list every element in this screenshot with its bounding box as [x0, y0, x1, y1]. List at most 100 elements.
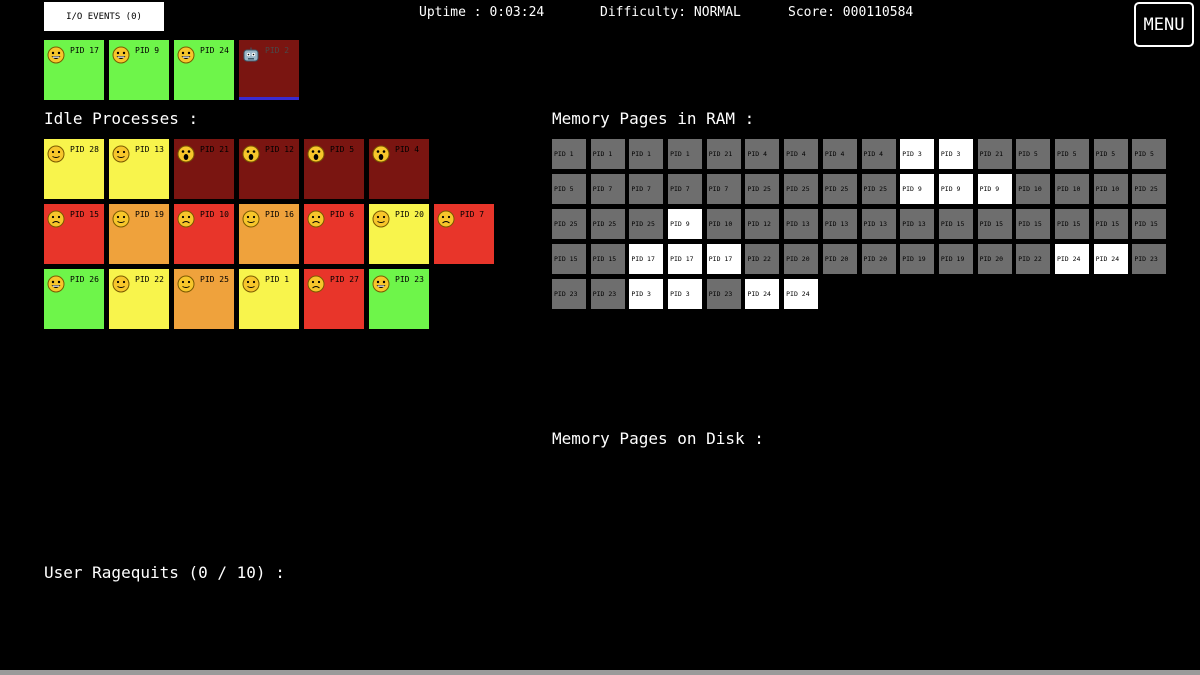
memory-page: PID 17	[706, 244, 741, 274]
memory-page: PID 5	[1054, 139, 1089, 169]
process-pid-label: PID 21	[200, 145, 229, 154]
ragequits-title: User Ragequits (0 / 10) :	[44, 563, 285, 582]
process-pid-label: PID 5	[330, 145, 355, 154]
process-pid-label: PID 28	[70, 145, 99, 154]
memory-page: PID 7	[706, 174, 741, 204]
sad-face-icon	[47, 210, 65, 228]
memory-page: PID 23	[706, 279, 741, 309]
process-card[interactable]: PID 15	[44, 204, 104, 264]
scream-face-icon	[372, 145, 390, 163]
memory-page: PID 25	[822, 174, 857, 204]
memory-page: PID 15	[938, 209, 973, 239]
memory-page: PID 22	[745, 244, 780, 274]
memory-page: PID 20	[977, 244, 1012, 274]
memory-page: PID 5	[1093, 139, 1128, 169]
process-card[interactable]: PID 17	[44, 40, 104, 100]
ram-page-grid: PID 1 PID 1 PID 1 PID 1 PID 21 PID 4 PID 4 PID …	[552, 139, 1167, 309]
process-card[interactable]: PID 6	[304, 204, 364, 264]
process-card[interactable]: PID 25	[174, 269, 234, 329]
memory-page: PID 22	[1016, 244, 1051, 274]
process-pid-label: PID 16	[265, 210, 294, 219]
memory-page: PID 15	[1054, 209, 1089, 239]
idle-process-grid: PID 28 PID 13 PID 21 PID 12 PID 5 PID 4 PID 15…	[44, 139, 494, 329]
process-pid-label: PID 24	[200, 46, 229, 55]
memory-page: PID 9	[900, 174, 935, 204]
memory-page: PID 15	[590, 244, 625, 274]
memory-page: PID 25	[784, 174, 819, 204]
memory-page: PID 7	[668, 174, 703, 204]
memory-page: PID 15	[977, 209, 1012, 239]
process-card[interactable]: PID 21	[174, 139, 234, 199]
memory-page: PID 1	[552, 139, 586, 169]
process-pid-label: PID 6	[330, 210, 355, 219]
uptime-display: Uptime : 0:03:24	[419, 5, 545, 20]
process-card[interactable]: PID 12	[239, 139, 299, 199]
process-card[interactable]: PID 22	[109, 269, 169, 329]
io-events-button[interactable]: I/O EVENTS (0)	[44, 2, 164, 31]
memory-page: PID 9	[668, 209, 703, 239]
memory-page: PID 7	[590, 174, 625, 204]
memory-page: PID 25	[590, 209, 625, 239]
process-card[interactable]: PID 5	[304, 139, 364, 199]
process-card[interactable]: PID 28	[44, 139, 104, 199]
process-card[interactable]: PID 2	[239, 40, 299, 100]
process-card[interactable]: PID 7	[434, 204, 494, 264]
neutral-face-icon	[242, 210, 260, 228]
memory-page: PID 25	[745, 174, 780, 204]
process-card[interactable]: PID 26	[44, 269, 104, 329]
memory-page: PID 13	[861, 209, 896, 239]
process-pid-label: PID 13	[135, 145, 164, 154]
scream-face-icon	[242, 145, 260, 163]
memory-page: PID 23	[1132, 244, 1167, 274]
memory-page: PID 3	[938, 139, 973, 169]
process-pid-label: PID 10	[200, 210, 229, 219]
memory-page: PID 5	[1016, 139, 1051, 169]
memory-page: PID 15	[1016, 209, 1051, 239]
memory-page: PID 25	[629, 209, 664, 239]
memory-page: PID 1	[668, 139, 703, 169]
memory-page: PID 20	[784, 244, 819, 274]
memory-page: PID 10	[1016, 174, 1051, 204]
memory-page: PID 9	[938, 174, 973, 204]
memory-page: PID 3	[668, 279, 703, 309]
process-card[interactable]: PID 24	[174, 40, 234, 100]
process-card[interactable]: PID 10	[174, 204, 234, 264]
process-pid-label: PID 23	[395, 275, 424, 284]
neutral-face-icon	[242, 275, 260, 293]
memory-page: PID 7	[629, 174, 664, 204]
menu-button[interactable]: MENU	[1134, 2, 1194, 47]
process-pid-label: PID 7	[460, 210, 485, 219]
memory-page: PID 10	[706, 209, 741, 239]
neutral-face-icon	[372, 210, 390, 228]
process-pid-label: PID 12	[265, 145, 294, 154]
process-card[interactable]: PID 13	[109, 139, 169, 199]
robot-face-icon	[242, 46, 260, 64]
process-pid-label: PID 27	[330, 275, 359, 284]
process-pid-label: PID 15	[70, 210, 99, 219]
process-card[interactable]: PID 1	[239, 269, 299, 329]
memory-page: PID 24	[1093, 244, 1128, 274]
neutral-face-icon	[112, 275, 130, 293]
process-card[interactable]: PID 27	[304, 269, 364, 329]
process-card[interactable]: PID 4	[369, 139, 429, 199]
memory-page: PID 10	[1054, 174, 1089, 204]
process-card[interactable]: PID 16	[239, 204, 299, 264]
grin-face-icon	[112, 46, 130, 64]
process-card[interactable]: PID 19	[109, 204, 169, 264]
process-card[interactable]: PID 9	[109, 40, 169, 100]
neutral-face-icon	[47, 145, 65, 163]
sad-face-icon	[307, 275, 325, 293]
memory-page: PID 23	[552, 279, 586, 309]
memory-page: PID 3	[629, 279, 664, 309]
process-pid-label: PID 19	[135, 210, 164, 219]
memory-page: PID 3	[900, 139, 935, 169]
memory-page: PID 20	[861, 244, 896, 274]
process-card[interactable]: PID 20	[369, 204, 429, 264]
memory-page: PID 12	[745, 209, 780, 239]
memory-page: PID 13	[784, 209, 819, 239]
memory-page: PID 4	[822, 139, 857, 169]
score-display: Score: 000110584	[788, 5, 914, 20]
process-card[interactable]: PID 23	[369, 269, 429, 329]
process-pid-label: PID 17	[70, 46, 99, 55]
grin-face-icon	[177, 46, 195, 64]
